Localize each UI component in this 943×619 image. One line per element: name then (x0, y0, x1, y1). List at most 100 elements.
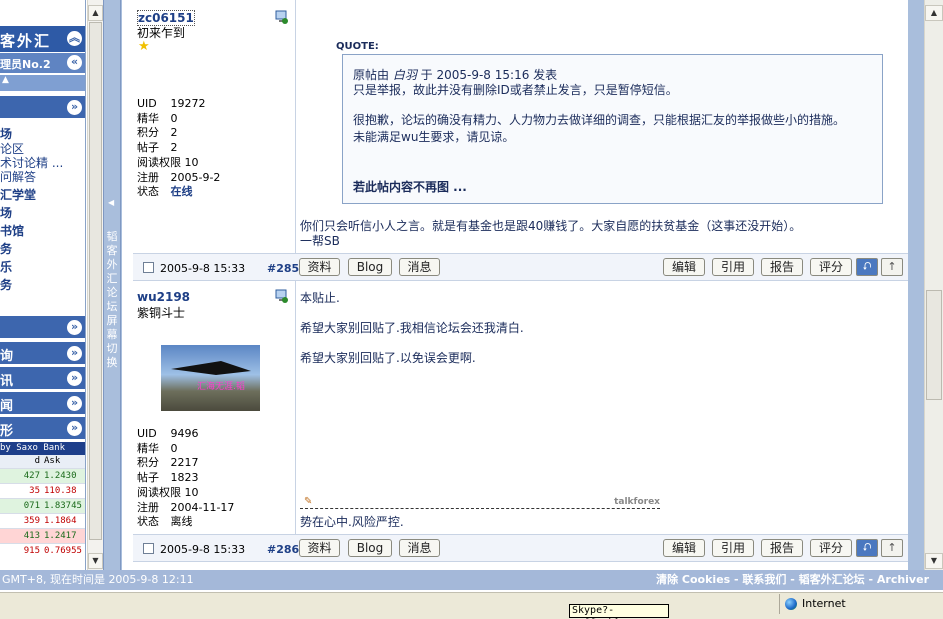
sidebar-blank-section[interactable]: » (0, 316, 85, 338)
profile-button[interactable]: 资料 (299, 539, 340, 557)
sidebar-section-info[interactable]: 讯 » (0, 367, 85, 389)
sidebar-link[interactable]: 乐 (0, 258, 12, 275)
message-button[interactable]: 消息 (399, 539, 440, 557)
ticker-row: 071 1.83745 (0, 498, 85, 513)
post-date: 2005-9-8 15:33 (160, 262, 246, 275)
post-body: 你们只会听信小人之言。就是有基金也是跟40赚钱了。大家自愿的扶贫基金（这事还没开… (300, 219, 801, 249)
quote-line: 若此帖内容不再图 ... (353, 180, 467, 194)
quote-line: 很抱歉，论坛的确没有精力、人力物力去做详细的调查，只能根据汇友的举报做些小的措施… (353, 113, 846, 127)
ticker-ask: 1.2430 (44, 471, 77, 481)
sidebar-site-header[interactable]: 客外汇 ︽ (0, 26, 85, 52)
scroll-top-icon[interactable]: ↑ (881, 539, 903, 557)
quote-block: 原帖由 白羽 于 2005-9-8 15:16 发表 只是举报，故此并没有删除I… (342, 54, 883, 204)
sidebar-section-shape[interactable]: 形 » (0, 417, 85, 439)
ticker-ask: 1.1864 (44, 516, 77, 526)
collapse-chevron-icon[interactable]: ︽ (67, 31, 82, 46)
blog-button[interactable]: Blog (348, 539, 392, 557)
expand-chevron-icon[interactable]: » (67, 320, 82, 335)
ticker-row: 35 110.38 (0, 483, 85, 498)
post-action-bar: 2005-9-8 15:33 #285 资料 Blog 消息 编辑 引用 报告 … (133, 253, 908, 281)
scroll-up-arrow-icon[interactable]: ▲ (88, 5, 103, 21)
computer-icon[interactable] (274, 10, 289, 25)
post-list: zc06151 初来乍到 ★ UID 19272 精华 0 积分 2 帖子 2 … (121, 0, 908, 570)
sidebar-link[interactable]: 问解答 (0, 168, 36, 185)
sidebar-link[interactable]: 场 (0, 204, 12, 221)
expand-chevron-icon[interactable]: » (67, 396, 82, 411)
rate-button[interactable]: 评分 (810, 258, 852, 276)
pencil-icon: ✎ (304, 496, 313, 507)
screen-switch-splitter[interactable]: ◀ 韬客外汇论坛屏幕切换 (103, 0, 121, 570)
footer-time: GMT+8, 现在时间是 2005-9-8 12:11 (2, 573, 194, 586)
sidebar-link[interactable]: 书馆 (0, 222, 24, 239)
rate-button[interactable]: 评分 (810, 539, 852, 557)
quote-button[interactable]: 引用 (712, 258, 754, 276)
rank-star-icon: ★ (138, 39, 150, 54)
author-stats: UID 19272 精华 0 积分 2 帖子 2 阅读权限 10 注册 2005… (137, 97, 220, 200)
sidebar-section-query[interactable]: 询 » (0, 342, 85, 364)
report-button[interactable]: 报告 (761, 539, 803, 557)
sidebar-nav-header[interactable]: » (0, 96, 85, 118)
scroll-top-icon[interactable]: ↑ (881, 258, 903, 276)
post-body-line: 希望大家别回贴了.我相信论坛会还我清白. (300, 321, 524, 335)
computer-icon[interactable] (274, 289, 289, 304)
ticker-bid: 915 (23, 546, 40, 556)
expand-chevron-icon[interactable]: » (67, 346, 82, 361)
edit-button[interactable]: 编辑 (663, 258, 705, 276)
sidebar-user-header[interactable]: 理员No.2 « (0, 53, 85, 73)
author-username[interactable]: wu2198 (137, 290, 190, 304)
footer-links[interactable]: 清除 Cookies - 联系我们 - 韬客外汇论坛 - Archiver (656, 570, 929, 590)
post-number[interactable]: #286 (267, 543, 299, 556)
quote-button[interactable]: 引用 (712, 539, 754, 557)
sidebar-section-label: 询 (0, 349, 14, 364)
post-body-line: 一帮SB (300, 234, 340, 248)
scroll-thumb[interactable] (926, 290, 942, 400)
ticker-row: 915 0.76955 (0, 543, 85, 558)
select-checkbox[interactable] (143, 262, 154, 273)
author-rank-title: 紫铜斗士 (137, 306, 186, 320)
sidebar-user-title: 理员No.2 (0, 58, 51, 71)
expand-chevron-icon[interactable]: » (67, 100, 82, 115)
author-avatar: 汇海无涯.韬 (161, 345, 260, 411)
collapse-left-arrow-icon[interactable]: ◀ (108, 198, 114, 207)
ticker-row: 427 1.2430 (0, 468, 85, 483)
expand-chevron-icon[interactable]: » (67, 421, 82, 436)
scroll-down-arrow-icon[interactable]: ▼ (925, 553, 943, 569)
sidebar-triangle-row: ▲ (0, 75, 85, 91)
select-checkbox[interactable] (143, 543, 154, 554)
scroll-thumb[interactable] (89, 22, 102, 540)
scroll-down-icon[interactable]: ⮏ (856, 258, 878, 276)
expand-chevron-icon[interactable]: » (67, 371, 82, 386)
quote-line: 未能满足wu生要求，请见谅。 (353, 130, 515, 144)
ticker-ask: 110.38 (44, 486, 77, 496)
profile-button[interactable]: 资料 (299, 258, 340, 276)
sidebar-link[interactable]: 汇学堂 (0, 186, 36, 203)
main-scrollbar[interactable]: ▲ ▼ (924, 0, 943, 570)
sidebar-link[interactable]: 务 (0, 240, 12, 257)
sidebar-scrollbar[interactable]: ▲ ▼ (87, 0, 103, 570)
author-stats: UID 9496 精华 0 积分 2217 帖子 1823 阅读权限 10 注册… (137, 427, 234, 530)
stat-status: 状态 在线 (137, 185, 193, 199)
sidebar-link[interactable]: 务 (0, 276, 12, 293)
stat-digest: 精华 0 (137, 441, 178, 455)
stat-posts: 帖子 2 (137, 141, 178, 155)
signature-divider: ✎ talkforex (300, 496, 660, 509)
report-button[interactable]: 报告 (761, 258, 803, 276)
scroll-down-arrow-icon[interactable]: ▼ (88, 553, 103, 569)
edit-button[interactable]: 编辑 (663, 539, 705, 557)
ticker-ask: 0.76955 (44, 546, 82, 556)
quote-line: 只是举报，故此并没有删除ID或者禁止发言，只是暂停短信。 (353, 83, 678, 97)
sidebar-section-news[interactable]: 闻 » (0, 392, 85, 414)
avatar-caption: 汇海无涯.韬 (197, 382, 245, 392)
zone-label: Internet (802, 597, 846, 610)
stat-read-level: 阅读权限 10 (137, 485, 199, 499)
message-button[interactable]: 消息 (399, 258, 440, 276)
collapse-left-chevron-icon[interactable]: « (67, 55, 82, 70)
signature-brand: talkforex (614, 497, 660, 507)
scroll-down-icon[interactable]: ⮏ (856, 539, 878, 557)
post-number[interactable]: #285 (267, 262, 299, 275)
splitter-label: 韬客外汇论坛屏幕切换 (106, 230, 118, 369)
left-sidebar: 客外汇 ︽ 理员No.2 « ▲ » 场 论区 术讨论精 ... 问解答 汇学堂… (0, 0, 86, 570)
scroll-up-arrow-icon[interactable]: ▲ (925, 5, 943, 21)
blog-button[interactable]: Blog (348, 258, 392, 276)
quote-author[interactable]: 白羽 (393, 68, 417, 82)
